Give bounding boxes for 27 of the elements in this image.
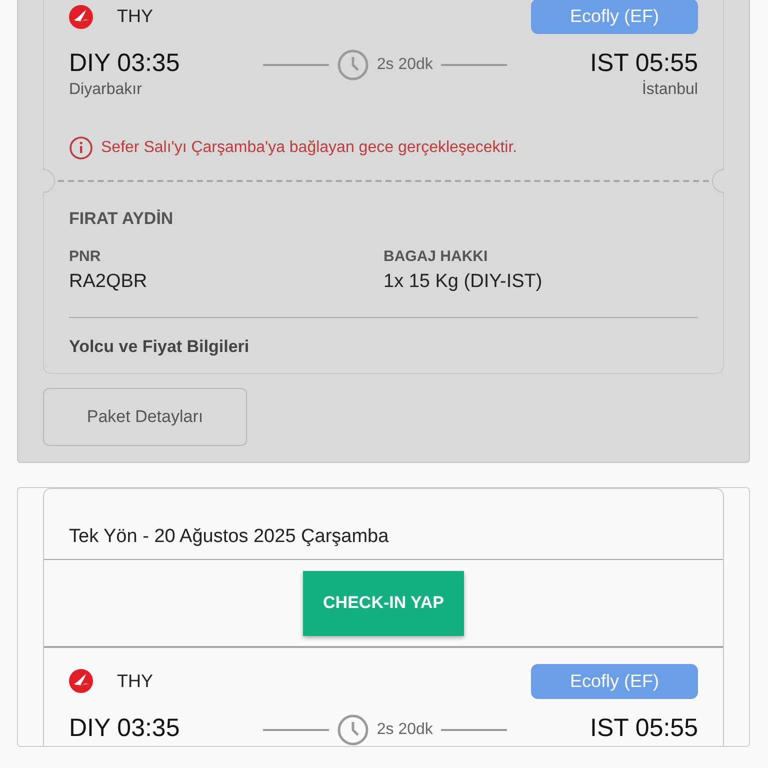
pnr-value: RA2QBR	[69, 270, 148, 294]
airline-logo-icon	[69, 669, 93, 693]
pnr-label: PNR	[69, 246, 102, 266]
departure-time: DIY 03:35	[69, 712, 180, 742]
flight-duration: 2s 20dk	[376, 55, 433, 75]
baggage-label: BAGAJ HAKKI	[384, 246, 489, 266]
fare-class-badge[interactable]: Ecofly (EF)	[531, 0, 698, 34]
passenger-fare-link[interactable]: Yolcu ve Fiyat Bilgileri	[69, 318, 698, 373]
info-icon	[69, 136, 93, 160]
flight-duration: 2s 20dk	[376, 720, 433, 740]
departure-city: Diyarbakır	[69, 80, 143, 100]
departure-time: DIY 03:35	[69, 48, 180, 78]
airline-logo-icon	[69, 4, 93, 28]
clock-icon	[336, 49, 369, 81]
arrival-city: İstanbul	[640, 79, 698, 100]
passenger-name: FIRAT AYDİN	[69, 208, 174, 230]
arrival-time: IST 05:55	[590, 712, 698, 742]
arrival-time: IST 05:55	[590, 48, 698, 78]
flight-notice: Sefer Salı'yı Çarşamba'ya bağlayan gece gerçekleşecektir.	[101, 138, 518, 158]
baggage-value: 1x 15 Kg (DIY-IST)	[384, 270, 544, 294]
airline-name: THY	[117, 670, 153, 692]
fare-class-badge[interactable]: Ecofly (EF)	[531, 664, 698, 698]
check-in-button[interactable]: CHECK-IN YAP	[303, 570, 464, 636]
package-details-button[interactable]: Paket Detayları	[43, 388, 247, 446]
airline-name: THY	[117, 5, 153, 28]
clock-icon	[336, 714, 369, 746]
trip-title: Tek Yön - 20 Ağustos 2025 Çarşamba	[68, 525, 390, 549]
